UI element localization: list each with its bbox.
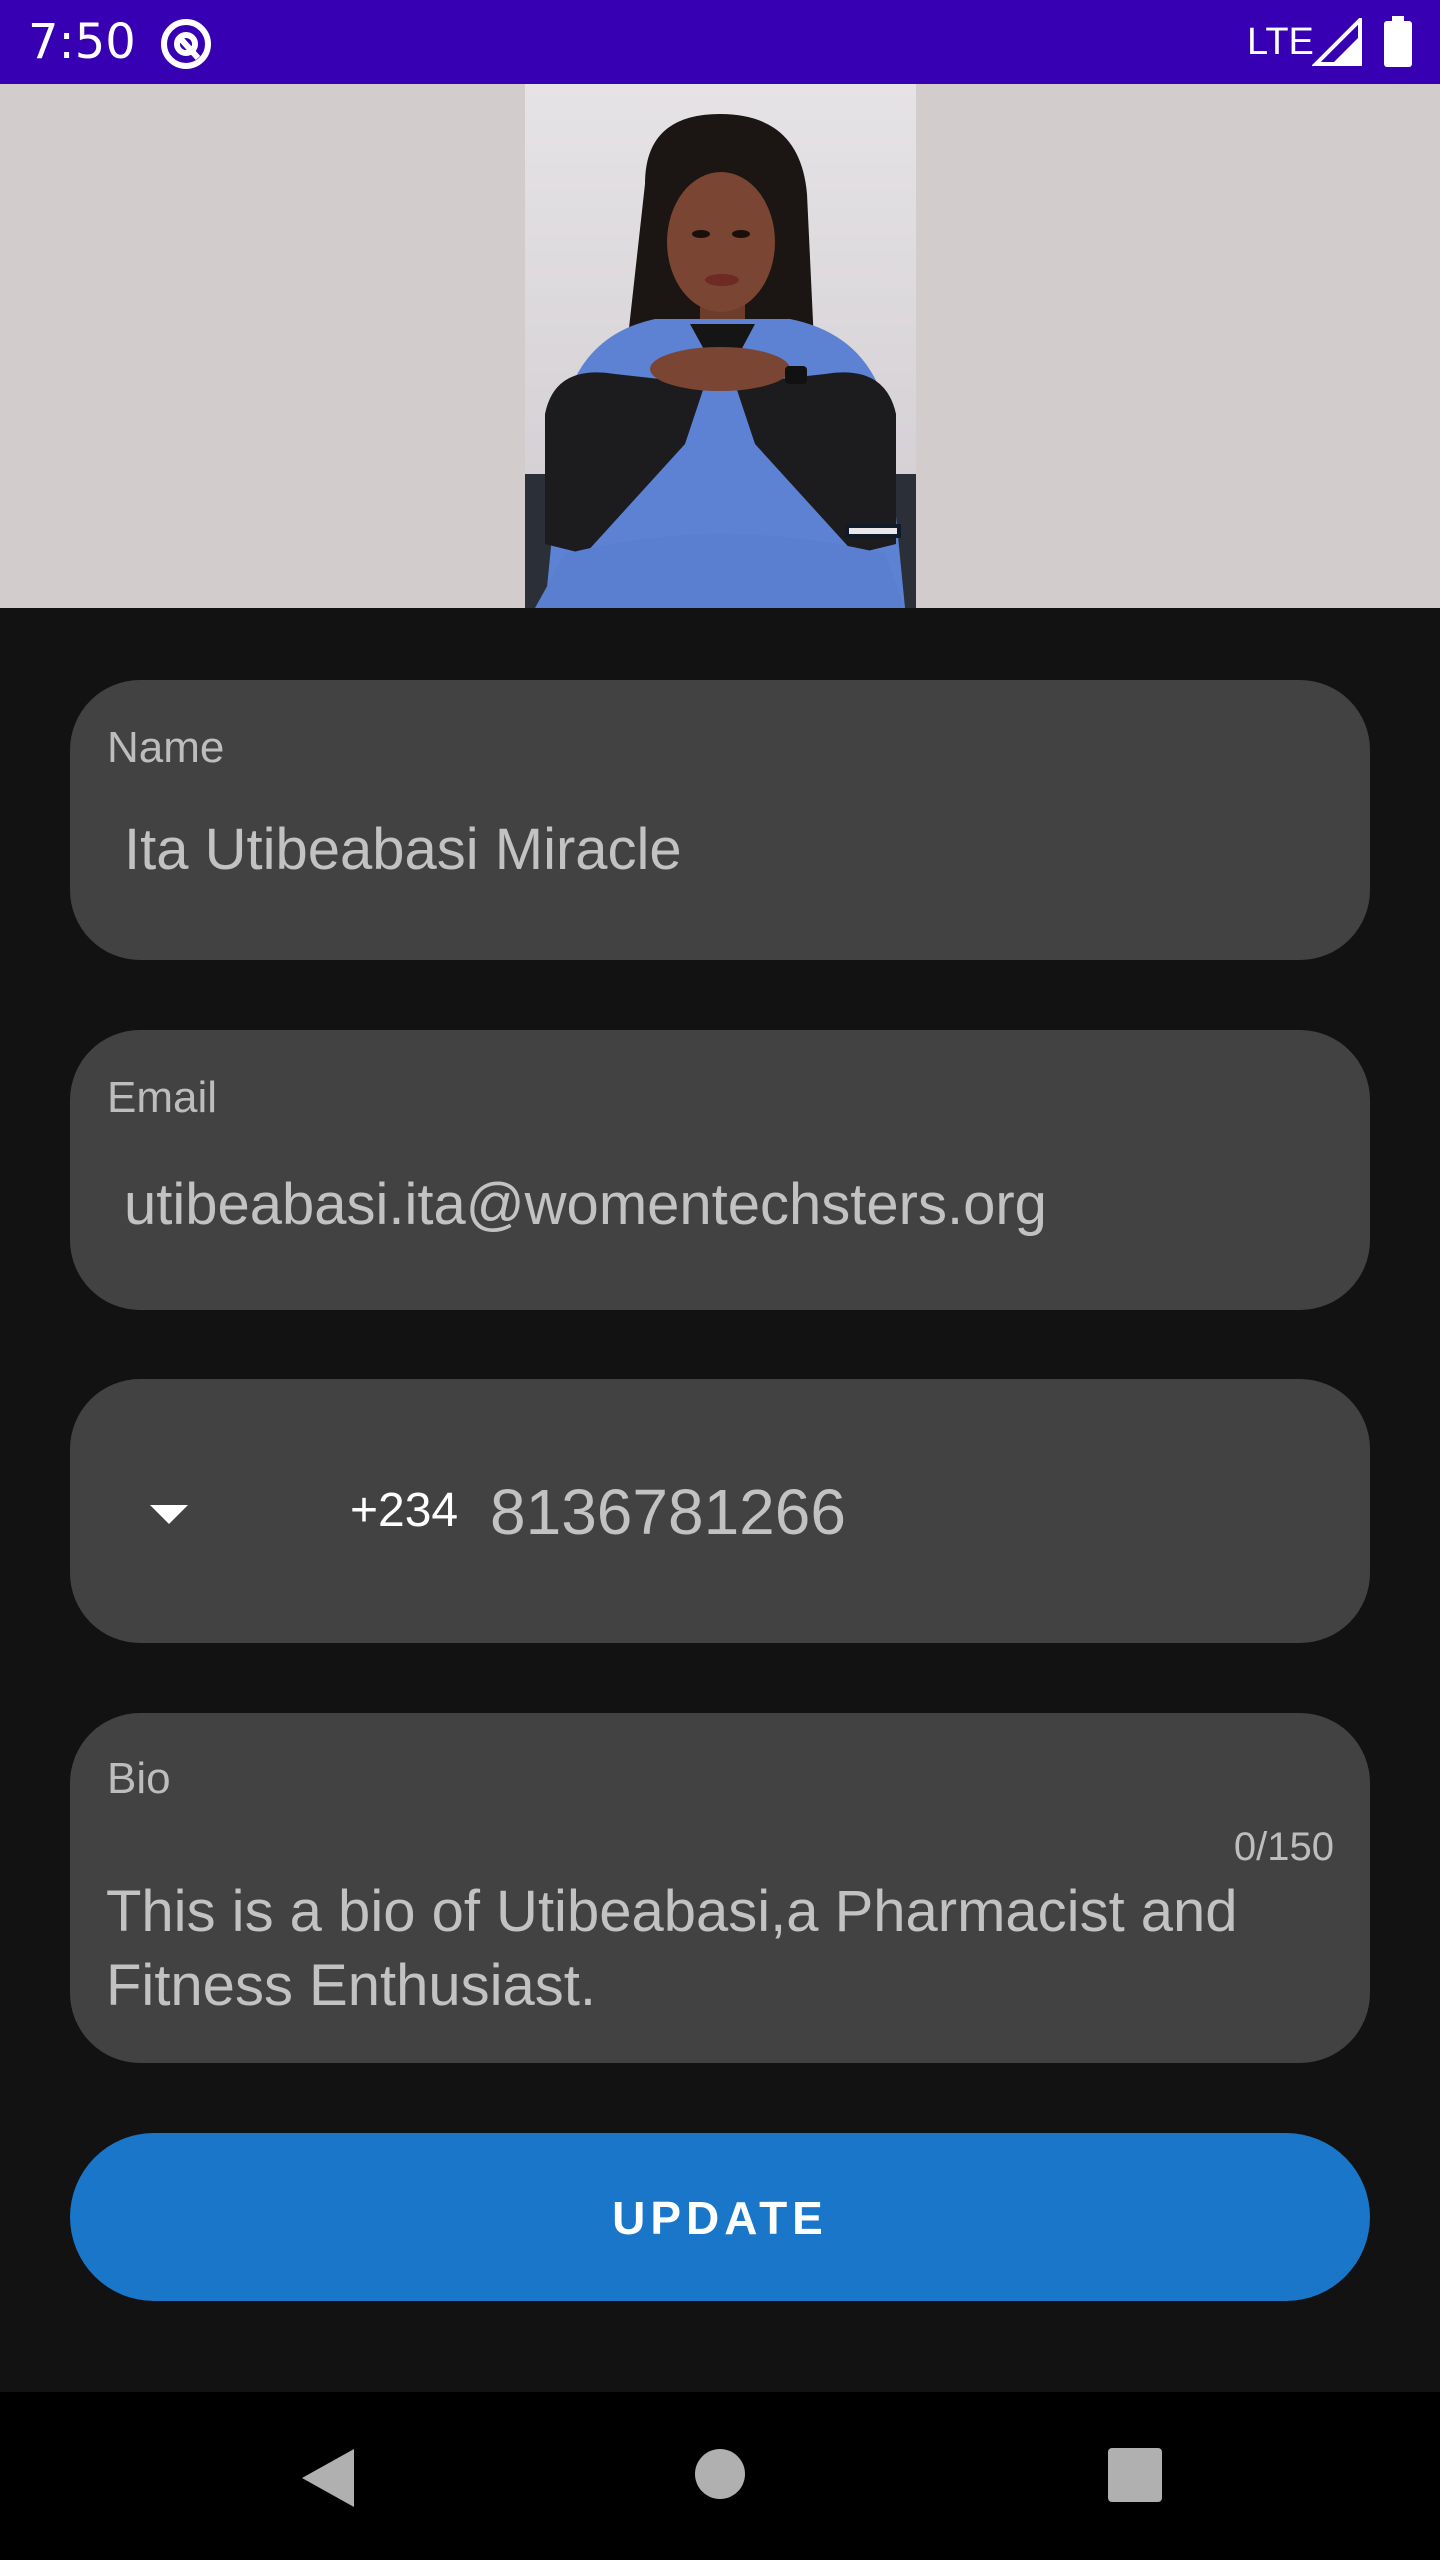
recents-icon[interactable] xyxy=(1107,2447,1163,2503)
back-icon[interactable] xyxy=(298,2447,358,2509)
bio-label: Bio xyxy=(107,1754,171,1803)
email-field[interactable]: Email utibeabasi.ita@womentechsters.org xyxy=(70,1030,1370,1310)
country-code-dropdown[interactable] xyxy=(130,1471,250,1551)
bio-character-counter: 0/150 xyxy=(1233,1825,1334,1869)
home-icon[interactable] xyxy=(694,2448,746,2500)
country-code: +234 xyxy=(350,1484,459,1537)
battery-icon xyxy=(1384,16,1412,67)
signal-icon xyxy=(1312,18,1362,66)
profile-photo[interactable] xyxy=(525,84,916,608)
network-type-label: LTE xyxy=(1247,21,1314,63)
bio-input[interactable]: This is a bio of Utibeabasi,a Pharmacist… xyxy=(106,1875,1346,2023)
system-navigation-bar xyxy=(0,2392,1440,2560)
email-label: Email xyxy=(107,1073,218,1122)
email-input[interactable]: utibeabasi.ita@womentechsters.org xyxy=(124,1170,1324,1240)
chevron-down-icon xyxy=(150,1505,188,1524)
name-label: Name xyxy=(107,723,225,772)
phone-field: +234 8136781266 xyxy=(70,1379,1370,1643)
profile-edit-form: Name Ita Utibeabasi Miracle Email utibea… xyxy=(0,608,1440,2392)
name-input[interactable]: Ita Utibeabasi Miracle xyxy=(124,815,1324,885)
phone-number-input[interactable]: 8136781266 xyxy=(490,1475,1290,1549)
app-notification-icon xyxy=(161,19,211,69)
update-button[interactable]: UPDATE xyxy=(70,2133,1370,2301)
status-time: 7:50 xyxy=(28,14,136,70)
profile-header xyxy=(0,84,1440,608)
status-bar: 7:50 LTE xyxy=(0,0,1440,84)
name-field[interactable]: Name Ita Utibeabasi Miracle xyxy=(70,680,1370,960)
bio-field[interactable]: Bio 0/150 This is a bio of Utibeabasi,a … xyxy=(70,1713,1370,2063)
